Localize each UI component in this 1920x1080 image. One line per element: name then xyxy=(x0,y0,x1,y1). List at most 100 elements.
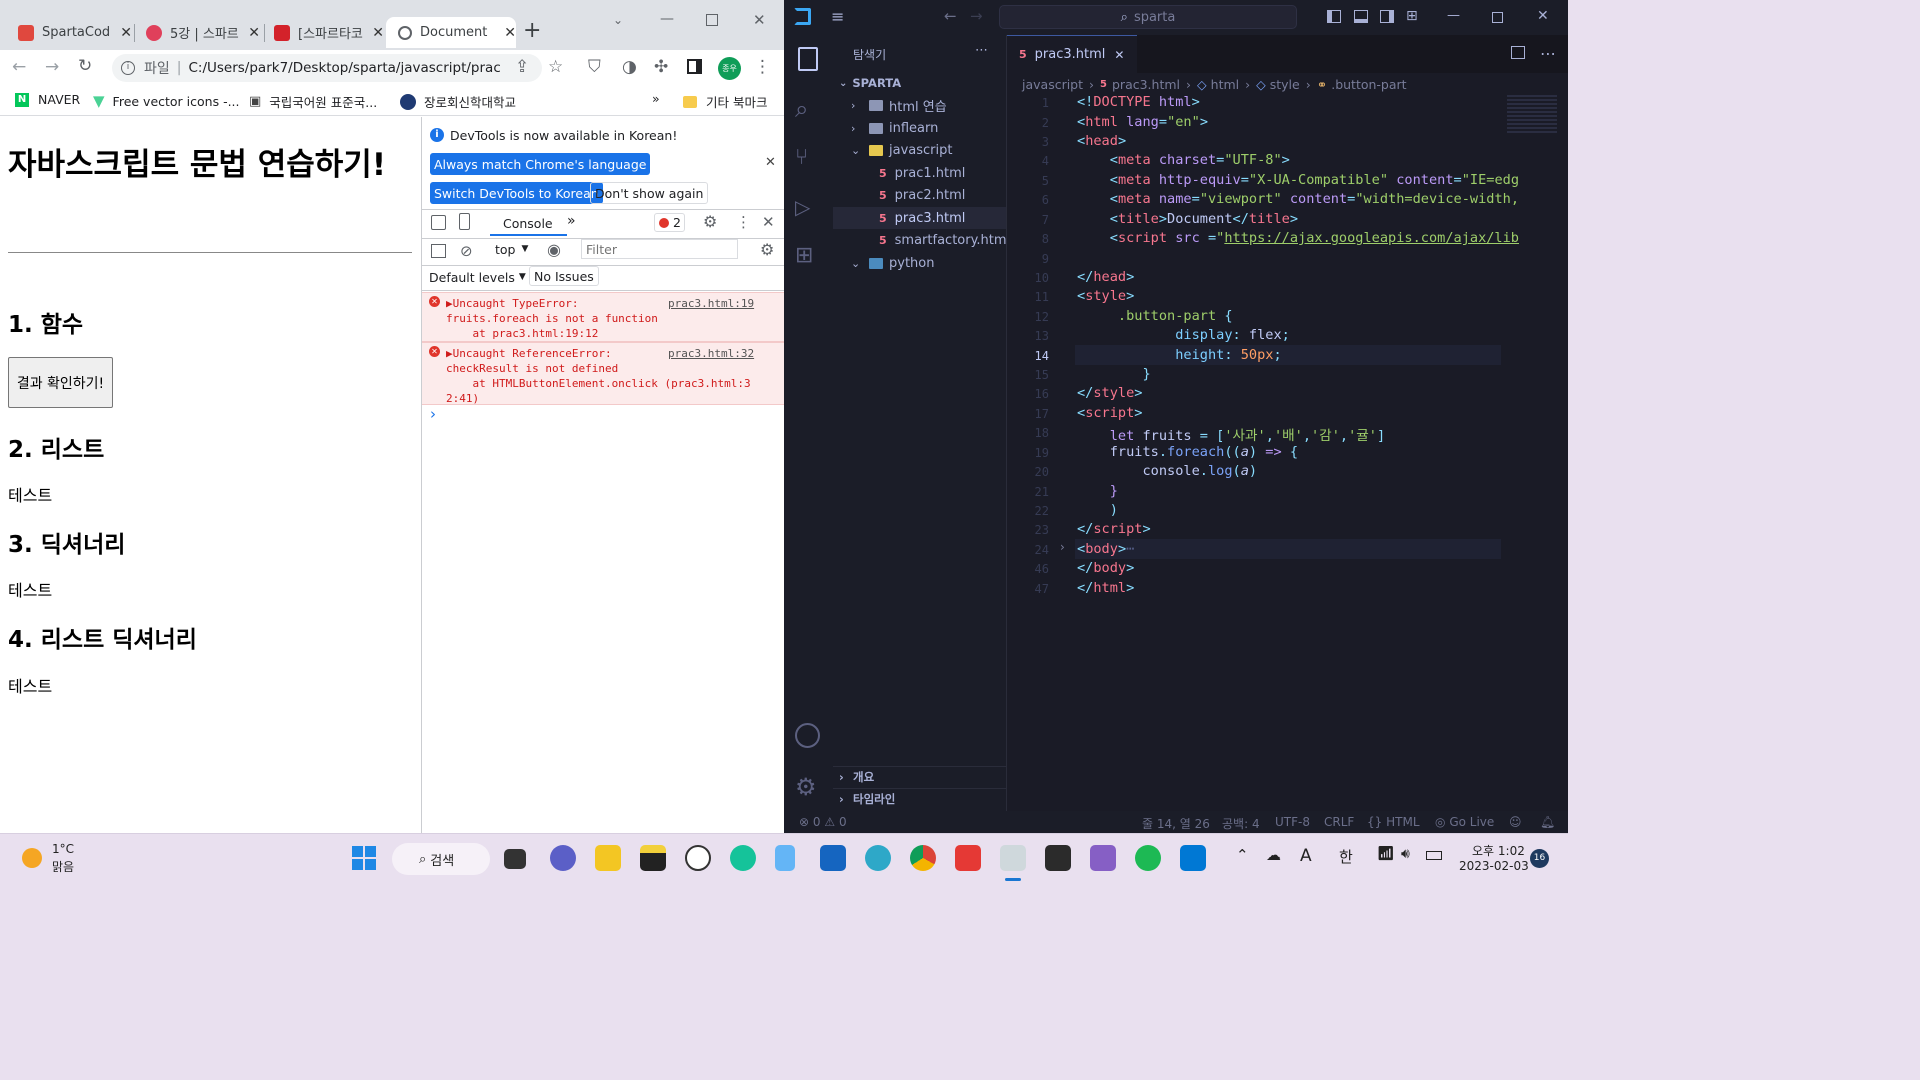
tree-folder-python[interactable]: ⌄ python xyxy=(851,252,934,274)
outline-section[interactable]: › 개요 xyxy=(839,766,874,788)
tab-spartacoding[interactable]: SpartaCod ✕ xyxy=(12,17,132,48)
source-link[interactable]: prac3.html:32 xyxy=(668,346,754,361)
match-language-button[interactable]: Always match Chrome's language xyxy=(430,153,651,175)
banner-close-icon[interactable]: ✕ xyxy=(765,155,776,170)
close-icon[interactable]: ✕ xyxy=(504,25,516,41)
minimize-button[interactable]: — xyxy=(1447,8,1460,23)
reader-app-icon[interactable] xyxy=(820,845,846,871)
tree-file-prac2[interactable]: 5 prac2.html xyxy=(879,184,965,206)
bookmark-naver[interactable]: N NAVER xyxy=(15,92,80,107)
share-icon[interactable]: ⇪ xyxy=(515,57,529,77)
close-icon[interactable]: ✕ xyxy=(1114,48,1124,62)
minimap[interactable] xyxy=(1507,95,1557,135)
console-error-message[interactable]: ✕ ▶Uncaught ReferenceError: checkResult … xyxy=(422,342,784,405)
search-icon[interactable]: ⌕ xyxy=(795,95,822,123)
sticky-notes-icon[interactable] xyxy=(640,845,666,871)
tab-document[interactable]: Document ✕ xyxy=(386,17,516,48)
tree-file-prac1[interactable]: 5 prac1.html xyxy=(879,162,965,184)
onedrive-cloud-icon[interactable]: ☁ xyxy=(1266,846,1281,864)
clock-app-icon[interactable] xyxy=(685,845,711,871)
go-live-button[interactable]: ◎ Go Live xyxy=(1435,815,1494,829)
clock-time[interactable]: 오후 1:02 xyxy=(1472,842,1525,859)
account-icon[interactable] xyxy=(795,723,820,748)
forward-icon[interactable]: → xyxy=(45,57,59,77)
explorer-files-icon[interactable] xyxy=(798,47,818,71)
task-view-icon[interactable] xyxy=(504,849,526,869)
log-levels-dropdown[interactable]: Default levels ▼ xyxy=(429,270,526,285)
weather-temperature[interactable]: 1°C xyxy=(52,842,74,856)
minimize-button[interactable]: — xyxy=(660,11,674,27)
breadcrumb-item[interactable]: html xyxy=(1211,77,1239,92)
explorer-more-icon[interactable]: ⋯ xyxy=(975,43,988,58)
bookmark-star-icon[interactable]: ☆ xyxy=(548,57,563,77)
manage-gear-icon[interactable]: ⚙ xyxy=(795,773,822,801)
bookmark-flaticon[interactable]: ▼ Free vector icons -... xyxy=(93,92,240,110)
switch-korean-button[interactable]: Switch DevTools to Korean xyxy=(430,182,603,204)
more-actions-icon[interactable]: ⋯ xyxy=(1540,44,1556,63)
indentation[interactable]: 공백: 4 xyxy=(1222,815,1260,832)
check-result-button[interactable]: 결과 확인하기! xyxy=(8,357,113,408)
toggle-sidebar-icon[interactable] xyxy=(1327,10,1341,23)
grammarly-icon[interactable] xyxy=(730,845,756,871)
clock-date[interactable]: 2023-02-03 xyxy=(1459,859,1529,873)
start-windows-icon[interactable] xyxy=(352,846,376,870)
fold-chevron-icon[interactable]: › xyxy=(1060,540,1065,554)
more-tabs-icon[interactable]: » xyxy=(567,213,576,229)
cursor-position[interactable]: 줄 14, 열 26 xyxy=(1142,815,1210,832)
source-control-icon[interactable]: ⑂ xyxy=(795,145,822,172)
console-settings-icon[interactable]: ⚙ xyxy=(760,240,774,259)
line-ending[interactable]: CRLF xyxy=(1324,815,1354,829)
notifications-bell-icon[interactable]: 🔔︎ xyxy=(1540,815,1555,829)
close-icon[interactable]: ✕ xyxy=(120,25,132,41)
file-explorer-icon[interactable] xyxy=(595,845,621,871)
weather-sun-icon[interactable] xyxy=(22,848,42,868)
edge-browser-icon[interactable] xyxy=(865,845,891,871)
back-icon[interactable]: ← xyxy=(12,57,26,77)
close-icon[interactable]: ✕ xyxy=(248,25,260,41)
bookmark-other[interactable]: 기타 북마크 xyxy=(683,92,767,111)
forward-arrow-icon[interactable]: → xyxy=(970,7,983,25)
toggle-secondary-sidebar-icon[interactable] xyxy=(1380,10,1394,23)
editor-tab-prac3[interactable]: 5 prac3.html ✕ xyxy=(1007,35,1137,73)
menu-hamburger-icon[interactable]: ≡ xyxy=(831,7,844,26)
input-language-label[interactable]: 한 xyxy=(1339,846,1353,867)
maximize-button[interactable] xyxy=(706,14,718,26)
battery-icon[interactable] xyxy=(1426,851,1442,860)
live-expression-eye-icon[interactable]: ◉ xyxy=(547,240,561,259)
vscode-icon[interactable] xyxy=(1180,845,1206,871)
error-counter-badge[interactable]: 2 xyxy=(654,213,685,232)
breadcrumb-item[interactable]: prac3.html xyxy=(1112,77,1180,92)
side-panel-icon[interactable] xyxy=(687,59,702,74)
breadcrumb-item[interactable]: .button-part xyxy=(1331,77,1406,92)
tree-folder-html[interactable]: › html 연습 xyxy=(851,94,947,116)
source-link[interactable]: prac3.html:19 xyxy=(668,296,754,311)
bookmark-seminary[interactable]: 장로회신학대학교 xyxy=(400,92,516,111)
tree-folder-inflearn[interactable]: › inflearn xyxy=(851,117,938,139)
devtools-menu-icon[interactable]: ⋮ xyxy=(736,213,751,231)
tree-file-prac3[interactable]: 5 prac3.html xyxy=(833,207,1006,229)
breadcrumb-item[interactable]: style xyxy=(1270,77,1300,92)
settings-gear-icon[interactable]: ⚙ xyxy=(703,212,717,231)
tab-notion[interactable]: [스파르타코 ✕ xyxy=(268,17,384,48)
feedback-icon[interactable]: ☺ xyxy=(1509,815,1522,829)
info-icon[interactable]: i xyxy=(121,61,135,75)
notification-count-badge[interactable]: 16 xyxy=(1530,849,1549,868)
close-devtools-icon[interactable]: ✕ xyxy=(762,213,775,231)
bookmark-korean-dictionary[interactable]: ▣ 국립국어원 표준국... xyxy=(249,92,377,111)
profile-avatar[interactable]: 종우 xyxy=(718,57,741,80)
show-hidden-icons-chevron[interactable]: ⌃ xyxy=(1236,846,1249,864)
device-toggle-icon[interactable] xyxy=(459,213,470,230)
weather-description[interactable]: 맑음 xyxy=(52,858,74,875)
taskbar-search[interactable]: ⌕ 검색 xyxy=(392,843,490,875)
maximize-button[interactable] xyxy=(1492,12,1503,23)
context-selector[interactable]: top ▼ xyxy=(495,242,528,257)
encoding[interactable]: UTF-8 xyxy=(1275,815,1310,829)
console-error-message[interactable]: ✕ ▶Uncaught TypeError: fruits.foreach is… xyxy=(422,292,784,342)
visual-studio-icon[interactable] xyxy=(1090,845,1116,871)
reload-icon[interactable]: ↻ xyxy=(78,56,92,76)
teams-chat-icon[interactable] xyxy=(550,845,576,871)
bookmarks-overflow[interactable]: » xyxy=(652,91,660,106)
command-center-search[interactable]: ⌕ sparta xyxy=(999,5,1297,29)
toggle-panel-icon[interactable] xyxy=(1354,10,1368,23)
dont-show-again-button[interactable]: Don't show again xyxy=(590,182,709,204)
